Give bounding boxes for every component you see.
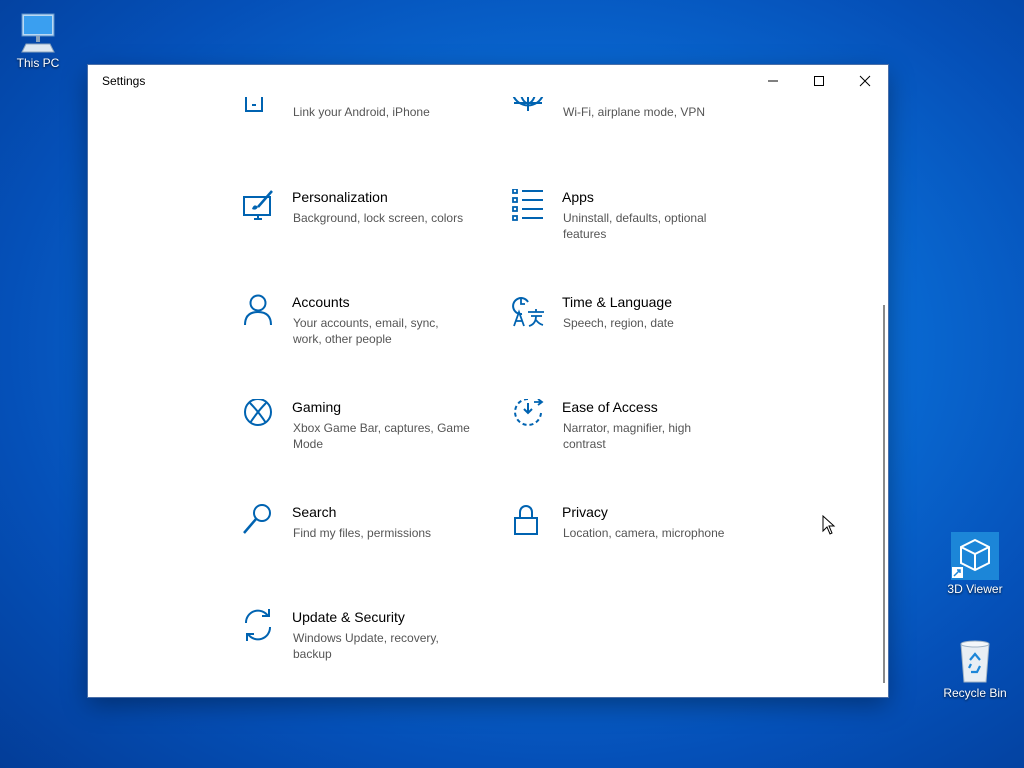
close-button[interactable] — [842, 65, 888, 97]
settings-item-desc: Background, lock screen, colors — [293, 211, 464, 225]
personalization-icon — [243, 190, 273, 220]
settings-item-desc: Windows Update, recovery, backup — [293, 631, 439, 661]
scrollbar-thumb[interactable] — [883, 305, 885, 683]
search-icon — [243, 504, 271, 534]
settings-item-name: Search — [292, 504, 337, 520]
settings-item-desc: Location, camera, microphone — [563, 526, 725, 540]
update-icon — [244, 609, 272, 641]
close-icon — [859, 75, 871, 87]
settings-item-name: Time & Language — [562, 294, 672, 310]
desktop-icon-label: This PC — [16, 56, 60, 70]
maximize-button[interactable] — [796, 65, 842, 97]
settings-item-desc: Speech, region, date — [563, 316, 674, 330]
minimize-icon — [768, 80, 778, 82]
settings-item-desc: Xbox Game Bar, captures, Game Mode — [293, 421, 470, 451]
settings-item-desc: Your accounts, email, sync, work, other … — [293, 316, 439, 346]
settings-item-name: Gaming — [292, 399, 342, 415]
desktop-icon-this-pc[interactable]: This PC — [2, 10, 74, 70]
settings-item-name: Personalization — [292, 189, 388, 205]
minimize-button[interactable] — [750, 65, 796, 97]
settings-content: Link your Android, iPhone Wi-Fi, airplan… — [88, 65, 888, 697]
desktop-icon-label: Recycle Bin — [943, 686, 1007, 700]
recycle-bin-icon — [960, 640, 990, 683]
settings-item-desc: Narrator, magnifier, high contrast — [563, 421, 692, 451]
ease-of-access-icon — [514, 399, 544, 426]
desktop-icon-label: 3D Viewer — [947, 582, 1003, 596]
xbox-icon — [244, 399, 272, 426]
settings-item-name: Update & Security — [292, 609, 405, 625]
window-title: Settings — [102, 74, 146, 88]
desktop-icon-3d-viewer[interactable]: 3D Viewer — [939, 532, 1011, 596]
settings-item-desc: Find my files, permissions — [293, 526, 432, 540]
settings-item-name: Privacy — [562, 504, 608, 520]
maximize-icon — [814, 76, 824, 86]
settings-item-desc: Wi-Fi, airplane mode, VPN — [563, 105, 706, 119]
3d-cube-icon — [951, 532, 999, 580]
settings-item-desc: Uninstall, defaults, optional features — [563, 211, 707, 241]
settings-item-desc: Link your Android, iPhone — [293, 105, 430, 119]
apps-icon — [512, 189, 543, 221]
time-language-icon — [512, 297, 544, 327]
lock-icon — [514, 505, 538, 535]
mouse-cursor-icon — [822, 515, 836, 535]
settings-item-name: Accounts — [292, 294, 350, 310]
accounts-icon — [244, 294, 272, 326]
settings-item-name: Ease of Access — [562, 399, 658, 415]
settings-item-name: Apps — [562, 189, 594, 205]
desktop-icon-recycle-bin[interactable]: Recycle Bin — [939, 638, 1011, 700]
computer-icon — [21, 13, 55, 53]
title-bar[interactable]: Settings — [88, 65, 888, 97]
settings-window: Link your Android, iPhone Wi-Fi, airplan… — [88, 65, 888, 697]
